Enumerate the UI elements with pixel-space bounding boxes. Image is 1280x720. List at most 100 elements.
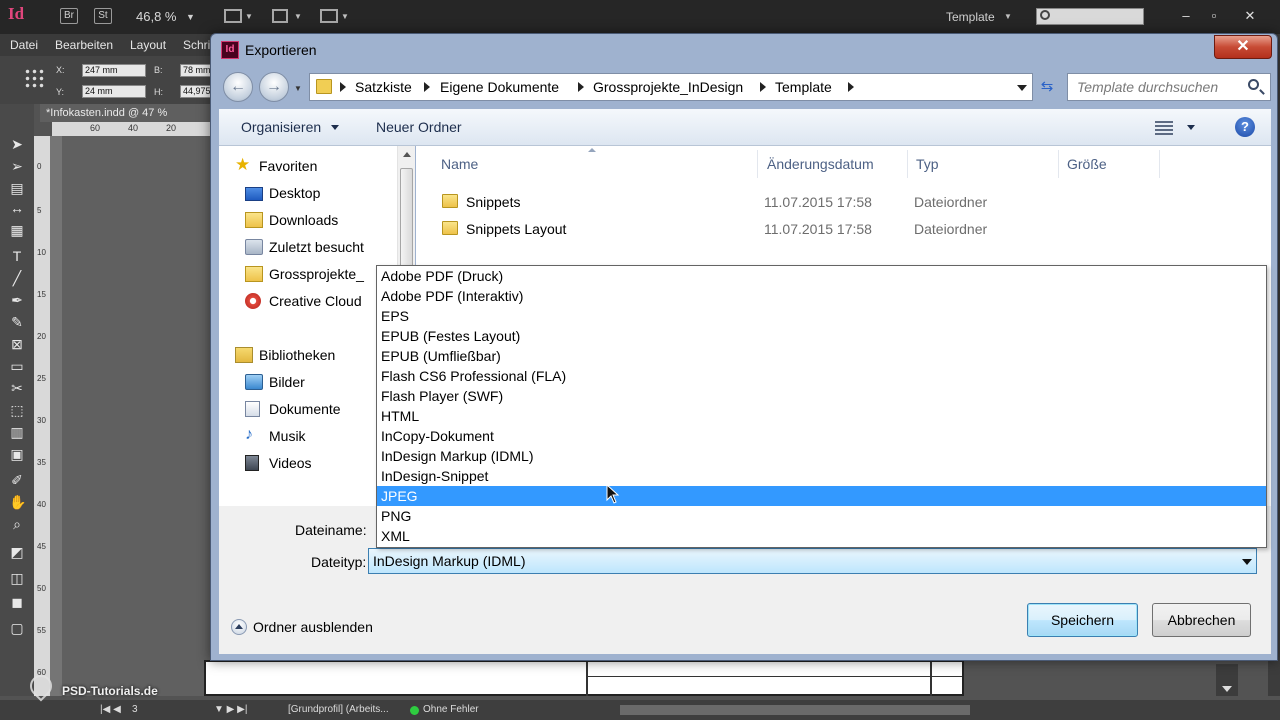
screen-mode-icon[interactable]: ▢ xyxy=(9,620,25,636)
filetype-option[interactable]: InDesign Markup (IDML) xyxy=(377,446,1266,466)
width-field[interactable]: 78 mm xyxy=(180,64,212,77)
filetype-option[interactable]: Adobe PDF (Interaktiv) xyxy=(377,286,1266,306)
close-app-button[interactable]: ✕ xyxy=(1236,6,1264,26)
vertical-scrollbar[interactable] xyxy=(1216,664,1238,696)
document-page[interactable] xyxy=(204,660,964,696)
rectangle-frame-tool-icon[interactable]: ⊠ xyxy=(9,336,25,352)
fill-stroke-icon[interactable]: ◩ xyxy=(9,544,25,560)
file-row[interactable]: Snippets Layout 11.07.2015 17:58 Dateior… xyxy=(434,217,1254,241)
eyedropper-tool-icon[interactable]: ✐ xyxy=(9,472,25,488)
rectangle-tool-icon[interactable]: ▭ xyxy=(9,358,25,374)
type-tool-icon[interactable]: T xyxy=(9,248,25,264)
search-input[interactable] xyxy=(1068,74,1244,100)
column-date[interactable]: Änderungsdatum xyxy=(767,156,874,172)
search-icon[interactable] xyxy=(1248,79,1259,90)
filetype-option[interactable]: PNG xyxy=(377,506,1266,526)
filetype-option[interactable]: InDesign-Snippet xyxy=(377,466,1266,486)
view-details-icon[interactable] xyxy=(1155,121,1173,135)
menu-schrift[interactable]: Schri xyxy=(183,38,210,52)
refresh-icon[interactable]: ⇆ xyxy=(1035,73,1059,101)
pen-tool-icon[interactable]: ✒ xyxy=(9,292,25,308)
page-number[interactable]: 3 xyxy=(132,704,138,715)
save-button[interactable]: Speichern xyxy=(1027,603,1138,637)
close-dialog-button[interactable]: ✕ xyxy=(1214,35,1272,59)
zoom-dropdown-icon[interactable]: ▼ xyxy=(186,12,195,22)
y-position-field[interactable]: 24 mm xyxy=(82,85,146,98)
line-tool-icon[interactable]: ╱ xyxy=(9,270,25,286)
page-tool-icon[interactable]: ▤ xyxy=(9,180,25,196)
back-button[interactable]: ← xyxy=(223,72,253,102)
screen-mode-icon[interactable] xyxy=(272,9,288,23)
chevron-down-icon[interactable] xyxy=(331,125,339,130)
preflight-status[interactable]: Ohne Fehler xyxy=(423,704,479,715)
chevron-down-icon[interactable]: ▼ xyxy=(1004,12,1012,21)
forward-button[interactable]: → xyxy=(259,72,289,102)
organize-button[interactable]: Organisieren xyxy=(241,119,321,135)
first-page-icon[interactable]: |◀ ◀ xyxy=(100,704,121,715)
note-tool-icon[interactable]: ▣ xyxy=(9,446,25,462)
column-type[interactable]: Typ xyxy=(916,156,939,172)
breadcrumb-eigene-dokumente[interactable]: Eigene Dokumente xyxy=(440,79,559,95)
arrange-documents-icon[interactable] xyxy=(320,9,338,23)
gradient-tool-icon[interactable]: ▥ xyxy=(9,424,25,440)
chevron-down-icon[interactable] xyxy=(1187,125,1195,130)
chevron-down-icon[interactable]: ▼ xyxy=(341,12,349,21)
filetype-option[interactable]: InCopy-Dokument xyxy=(377,426,1266,446)
breadcrumb-separator-icon[interactable] xyxy=(848,82,854,92)
filetype-option[interactable]: XML xyxy=(377,526,1266,546)
breadcrumb-grossprojekte[interactable]: Grossprojekte_InDesign xyxy=(593,79,743,95)
document-tab[interactable]: *Infokasten.indd @ 47 % xyxy=(40,104,212,122)
document-canvas[interactable] xyxy=(50,136,212,696)
free-transform-tool-icon[interactable]: ⬚ xyxy=(9,402,25,418)
chevron-down-icon[interactable]: ▼ xyxy=(245,12,253,21)
menu-layout[interactable]: Layout xyxy=(130,38,166,52)
breadcrumb-separator-icon[interactable] xyxy=(340,82,346,92)
breadcrumb-satzkiste[interactable]: Satzkiste xyxy=(355,79,412,95)
stock-button[interactable]: St xyxy=(94,8,112,24)
filetype-option[interactable]: EPS xyxy=(377,306,1266,326)
workspace-switcher[interactable]: Template xyxy=(946,10,995,24)
height-field[interactable]: 44,975 xyxy=(180,85,212,98)
address-dropdown-icon[interactable] xyxy=(1017,85,1027,91)
bridge-button[interactable]: Br xyxy=(60,8,78,24)
breadcrumb-separator-icon[interactable] xyxy=(760,82,766,92)
maximize-button[interactable]: ▫ xyxy=(1200,6,1228,26)
new-folder-button[interactable]: Neuer Ordner xyxy=(376,119,462,135)
column-name[interactable]: Name xyxy=(441,156,478,172)
horizontal-scrollbar[interactable] xyxy=(620,705,970,715)
chevron-down-icon[interactable] xyxy=(1242,559,1252,565)
format-container-icon[interactable]: ◫ xyxy=(9,570,25,586)
folder-search-box[interactable] xyxy=(1067,73,1271,101)
cancel-button[interactable]: Abbrechen xyxy=(1152,603,1251,637)
filetype-select[interactable]: InDesign Markup (IDML) xyxy=(368,548,1257,574)
address-bar[interactable]: Satzkiste Eigene Dokumente Grossprojekte… xyxy=(309,73,1033,101)
scissors-tool-icon[interactable]: ✂ xyxy=(9,380,25,396)
menu-bearbeiten[interactable]: Bearbeiten xyxy=(55,38,113,52)
filetype-option[interactable]: Flash CS6 Professional (FLA) xyxy=(377,366,1266,386)
file-row[interactable]: Snippets 11.07.2015 17:58 Dateiordner xyxy=(434,190,1254,214)
zoom-tool-icon[interactable]: ⌕ xyxy=(9,516,25,532)
direct-selection-tool-icon[interactable]: ➢ xyxy=(9,158,25,174)
profile-dropdown[interactable]: [Grundprofil] (Arbeits... xyxy=(288,704,389,715)
filetype-option[interactable]: EPUB (Umfließbar) xyxy=(377,346,1266,366)
recent-locations-icon[interactable]: ▼ xyxy=(294,84,302,93)
hand-tool-icon[interactable]: ✋ xyxy=(9,494,26,510)
app-search-field[interactable] xyxy=(1036,8,1144,25)
pencil-tool-icon[interactable]: ✎ xyxy=(9,314,25,330)
next-page-icon[interactable]: ▼ ▶ ▶| xyxy=(214,704,247,715)
scroll-thumb[interactable] xyxy=(400,168,413,268)
scroll-down-icon[interactable] xyxy=(1222,686,1232,692)
filetype-option[interactable]: Flash Player (SWF) xyxy=(377,386,1266,406)
filetype-option[interactable]: Adobe PDF (Druck) xyxy=(377,266,1266,286)
normal-mode-icon[interactable]: ◼ xyxy=(9,594,25,610)
filetype-option[interactable]: EPUB (Festes Layout) xyxy=(377,326,1266,346)
zoom-level[interactable]: 46,8 % xyxy=(136,9,176,24)
chevron-down-icon[interactable]: ▼ xyxy=(294,12,302,21)
reference-point-icon[interactable] xyxy=(24,68,44,88)
filetype-option[interactable]: HTML xyxy=(377,406,1266,426)
column-size[interactable]: Größe xyxy=(1067,156,1107,172)
gap-tool-icon[interactable]: ↔ xyxy=(9,200,25,216)
menu-datei[interactable]: Datei xyxy=(10,38,38,52)
scroll-up-icon[interactable] xyxy=(403,152,411,157)
breadcrumb-separator-icon[interactable] xyxy=(578,82,584,92)
